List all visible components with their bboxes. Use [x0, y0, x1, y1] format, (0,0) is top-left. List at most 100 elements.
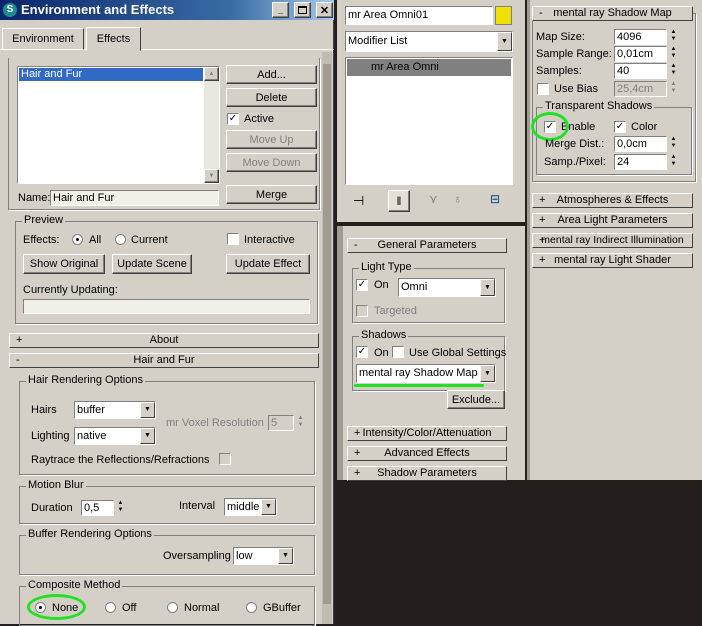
minimize-icon[interactable]: _ — [272, 2, 289, 18]
preview-title: Preview — [22, 214, 66, 226]
move-down-button[interactable]: Move Down — [226, 153, 317, 172]
use-bias-input[interactable]: 25,4cm — [614, 81, 667, 97]
exclude-button[interactable]: Exclude... — [447, 390, 505, 409]
effects-all-radio[interactable] — [72, 234, 83, 245]
use-bias-spinner-icon[interactable]: ▲ ▼ — [669, 81, 678, 95]
interval-dropdown[interactable]: middle ▼ — [224, 498, 277, 516]
duration-spinner-icon[interactable]: ▲ ▼ — [116, 500, 125, 514]
samp-pixel-input[interactable]: 24 — [614, 154, 667, 170]
map-size-input[interactable]: 4096 — [614, 29, 667, 45]
duration-input[interactable]: 0,5 — [81, 500, 114, 516]
rollout-light-shader[interactable]: + mental ray Light Shader — [532, 253, 693, 268]
rollout-general-parameters[interactable]: - General Parameters — [347, 238, 507, 253]
tab-environment[interactable]: Environment — [2, 28, 84, 50]
merge-dist-spinner-icon[interactable]: ▲ ▼ — [669, 136, 678, 150]
sample-range-spinner-icon[interactable]: ▲ ▼ — [669, 46, 678, 60]
samples-spinner-icon[interactable]: ▲ ▼ — [669, 63, 678, 77]
modifier-list-dropdown[interactable]: Modifier List ▼ — [345, 31, 513, 52]
composite-gbuffer-radio[interactable] — [246, 602, 257, 613]
modifier-stack[interactable]: mr Area Omni — [345, 57, 513, 185]
color-checkbox[interactable]: ✓ — [614, 121, 626, 133]
rollout-hair-and-fur[interactable]: - Hair and Fur — [9, 353, 319, 368]
rollout-indirect-illumination[interactable]: + mental ray Indirect Illumination — [532, 233, 693, 248]
shadows-on-checkbox[interactable]: ✓ — [356, 346, 368, 358]
move-up-button[interactable]: Move Up — [226, 130, 317, 149]
delete-button[interactable]: Delete — [226, 88, 317, 107]
listbox-scrollbar[interactable]: ▲ ▼ — [204, 67, 219, 183]
collapse-icon: - — [354, 239, 358, 251]
list-item[interactable]: Hair and Fur — [19, 68, 203, 81]
rollout-shadow-map[interactable]: - mental ray Shadow Map — [532, 6, 693, 21]
composite-off-radio[interactable] — [105, 602, 116, 613]
close-icon[interactable]: ✕ — [316, 2, 333, 18]
expand-icon: + — [354, 427, 361, 439]
object-color-swatch[interactable] — [495, 6, 512, 25]
merge-dist-input[interactable]: 0,0cm — [614, 136, 667, 152]
scrollbar-thumb[interactable] — [323, 64, 331, 604]
chevron-down-icon: ▼ — [497, 32, 512, 51]
light-on-checkbox[interactable]: ✓ — [356, 279, 368, 291]
panel-scrollbar[interactable] — [337, 226, 343, 480]
add-button[interactable]: Add... — [226, 65, 317, 84]
active-checkbox[interactable]: ✓ — [227, 113, 239, 125]
interactive-checkbox[interactable] — [227, 233, 239, 245]
object-name-input[interactable]: mr Area Omni01 — [345, 6, 493, 25]
voxel-spinner-icon[interactable]: ▲ ▼ — [296, 415, 305, 429]
scroll-up-icon[interactable]: ▲ — [204, 67, 219, 81]
targeted-checkbox[interactable] — [356, 305, 368, 317]
window-title: Environment and Effects — [21, 2, 175, 17]
maximize-icon[interactable] — [294, 2, 311, 18]
pin-stack-icon[interactable]: ⊣ — [353, 193, 364, 209]
shadow-type-dropdown[interactable]: mental ray Shadow Map ▼ — [356, 364, 496, 383]
merge-dist-label: Merge Dist.: — [545, 138, 605, 150]
tab-effects[interactable]: Effects — [86, 27, 141, 51]
shadow-type-value: mental ray Shadow Map — [359, 367, 478, 379]
effects-current-radio[interactable] — [115, 234, 126, 245]
samp-pixel-spinner-icon[interactable]: ▲ ▼ — [669, 154, 678, 168]
sample-range-input[interactable]: 0,01cm — [614, 46, 667, 62]
voxel-input[interactable]: 5 — [268, 415, 294, 431]
dialog-scrollbar[interactable] — [322, 52, 332, 624]
use-global-checkbox[interactable] — [392, 346, 404, 358]
rollout-shadow-parameters[interactable]: + Shadow Parameters — [347, 466, 507, 481]
scroll-down-icon[interactable]: ▼ — [204, 169, 219, 183]
sample-range-label: Sample Range: — [536, 48, 612, 60]
chevron-down-icon: ▼ — [140, 428, 155, 444]
remove-modifier-icon[interactable]: ♁ — [453, 192, 462, 206]
show-end-result-icon[interactable]: ‖ — [388, 190, 410, 212]
samples-input[interactable]: 40 — [614, 63, 667, 79]
effects-current-label: Current — [131, 234, 168, 246]
rollout-about[interactable]: + About — [9, 333, 319, 348]
name-input[interactable]: Hair and Fur — [50, 190, 219, 206]
rollout-intensity[interactable]: + Intensity/Color/Attenuation — [347, 426, 507, 441]
use-bias-checkbox[interactable] — [537, 83, 549, 95]
configure-sets-icon[interactable]: ⊟ — [490, 192, 500, 206]
expand-icon: + — [539, 254, 546, 266]
make-unique-icon[interactable]: ⋎ — [429, 192, 438, 206]
effects-listbox[interactable]: Hair and Fur ▲ ▼ — [17, 66, 220, 184]
rollout-advanced-effects[interactable]: + Advanced Effects — [347, 446, 507, 461]
show-original-button[interactable]: Show Original — [23, 254, 105, 274]
tab-strip: Environment Effects — [0, 27, 334, 51]
composite-normal-radio[interactable] — [167, 602, 178, 613]
shadows-title: Shadows — [359, 329, 409, 341]
oversampling-dropdown[interactable]: low ▼ — [233, 547, 294, 565]
rollout-atmospheres[interactable]: + Atmospheres & Effects — [532, 193, 693, 208]
hairs-dropdown[interactable]: buffer ▼ — [74, 401, 156, 419]
rollout-area-light[interactable]: + Area Light Parameters — [532, 213, 693, 228]
title-bar[interactable]: S Environment and Effects _ ✕ — [0, 0, 334, 20]
stack-item[interactable]: mr Area Omni — [347, 59, 511, 76]
light-type-value: Omni — [401, 281, 428, 293]
update-progress-bar — [23, 299, 310, 314]
light-type-dropdown[interactable]: Omni ▼ — [398, 278, 496, 297]
rollout-light-shader-label: mental ray Light Shader — [554, 254, 671, 266]
rollout-indirect-label: mental ray Indirect Illumination — [541, 234, 684, 246]
raytrace-checkbox[interactable] — [219, 453, 231, 465]
expand-icon: + — [539, 194, 546, 206]
merge-button[interactable]: Merge — [226, 185, 317, 204]
update-scene-button[interactable]: Update Scene — [112, 254, 192, 274]
update-effect-button[interactable]: Update Effect — [226, 254, 310, 274]
panel-scrollbar[interactable] — [527, 0, 530, 480]
lighting-dropdown[interactable]: native ▼ — [74, 427, 156, 445]
map-size-spinner-icon[interactable]: ▲ ▼ — [669, 29, 678, 43]
